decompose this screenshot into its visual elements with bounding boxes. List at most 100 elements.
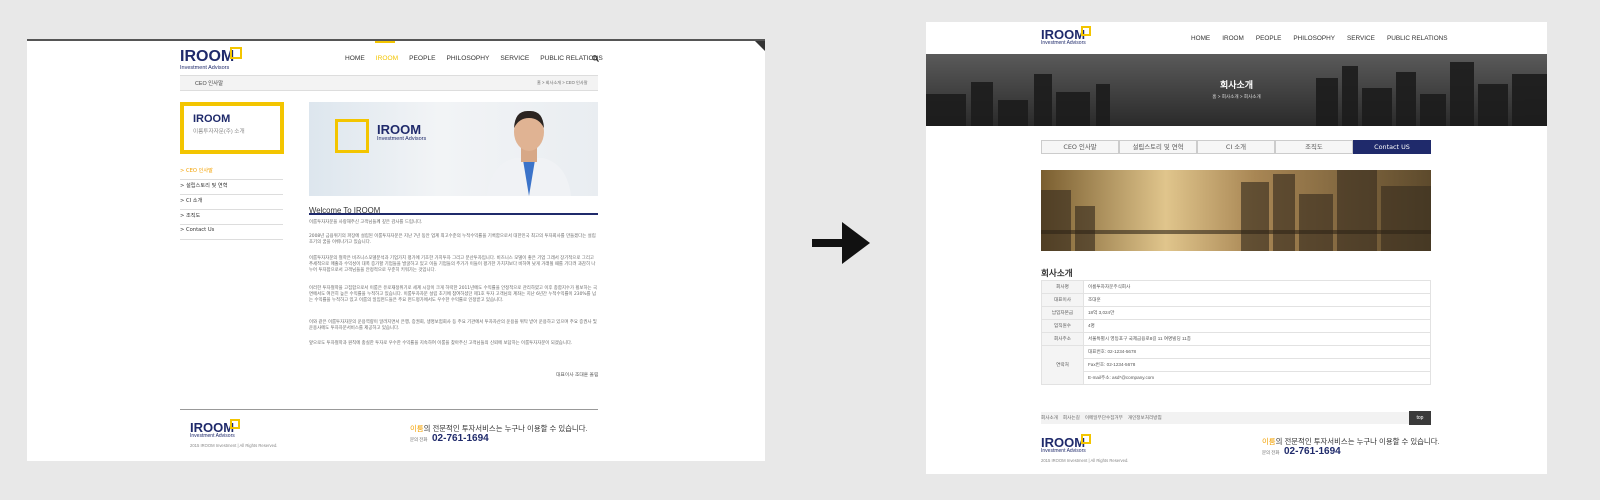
nav-iroom[interactable]: IROOM xyxy=(1222,35,1244,42)
tab-ci[interactable]: CI 소개 xyxy=(1197,140,1275,154)
info-value: 18억 3,024만 xyxy=(1083,306,1431,320)
footer-links: 회사소개 회사는길 이메일무단수집거부 개인정보처리방침 xyxy=(1041,415,1162,421)
footer-phone[interactable]: 02-761-1694 xyxy=(1284,446,1341,457)
info-key: 대표이사 xyxy=(1041,293,1084,307)
footer-copyright: 2015 IROOM Investment | All Rights Reser… xyxy=(1041,458,1129,463)
site-logo[interactable]: IROOM Investment Advisors xyxy=(1041,26,1091,46)
side-menu-label: CI 소개 xyxy=(186,198,203,204)
search-icon[interactable] xyxy=(592,55,599,62)
subheader-bar xyxy=(180,75,598,91)
corner-badge[interactable] xyxy=(755,41,765,51)
tab-org[interactable]: 조직도 xyxy=(1275,140,1353,154)
nav-iroom[interactable]: IROOM xyxy=(376,55,398,62)
logo-square-icon xyxy=(1081,26,1091,36)
tab-contact[interactable]: Contact US xyxy=(1353,140,1431,154)
ceo-paragraph: 이와 같은 이룸투자자문의 운용역량이 알려지면서 은행, 증권회, 생명보험회… xyxy=(309,320,597,332)
nav-home[interactable]: HOME xyxy=(1191,35,1210,42)
footer-logo-square-icon xyxy=(1081,434,1091,444)
banner-yellow-square xyxy=(335,119,369,153)
contact-line: E-mail주소: asd*@company.com xyxy=(1083,371,1431,385)
site-logo[interactable]: IROOM Investment Advisors xyxy=(180,47,242,71)
side-menu-label: 설립스토리 및 연혁 xyxy=(186,183,228,189)
intro-box-subtitle: 이룸투자자문(주) 소개 xyxy=(193,129,245,135)
nav-service[interactable]: SERVICE xyxy=(500,55,529,62)
table-row: Fax번호: 02-1234-5678 xyxy=(1042,358,1431,372)
ceo-paragraph: 2008년 금융위기의 파장에 설립된 이룸투자자문은 지난 7년 동안 업계 … xyxy=(309,234,596,246)
footer-phone[interactable]: 02-761-1694 xyxy=(432,433,489,444)
table-row: 대표이사 조대훈 xyxy=(1041,293,1431,307)
intro-box-title: IROOM xyxy=(193,113,231,125)
info-key: 회사명 xyxy=(1041,280,1084,294)
table-row: 임직원수 4명 xyxy=(1041,319,1431,333)
footer-link[interactable]: 이메일무단수집거부 xyxy=(1085,415,1123,421)
footer-copyright: 2015 IROOM Investment | All Rights Reser… xyxy=(190,443,278,448)
nav-service[interactable]: SERVICE xyxy=(1347,35,1375,42)
after-page: IROOM Investment Advisors HOME IROOM PEO… xyxy=(926,22,1547,474)
side-menu-item-history[interactable]: > 설립스토리 및 연혁 xyxy=(180,182,283,195)
table-row: 회사주소 서울특별시 영등포구 국제금융로8길 11 여명빌딩 11층 xyxy=(1041,332,1431,346)
welcome-underline xyxy=(309,213,598,215)
logo-sub: Investment Advisors xyxy=(1041,40,1086,46)
footer-link[interactable]: 회사는길 xyxy=(1063,415,1080,421)
footer-slogan-highlight: 이룸 xyxy=(410,424,424,433)
top-button[interactable]: top xyxy=(1409,411,1431,425)
ceo-banner: IROOM Investment Advisors xyxy=(309,102,598,196)
logo-sub: Investment Advisors xyxy=(180,65,230,71)
footer-slogan-highlight: 이룸 xyxy=(1262,437,1276,446)
side-menu-item-ci[interactable]: > CI 소개 xyxy=(180,197,283,210)
side-menu-item-org[interactable]: > 조직도 xyxy=(180,212,283,225)
nav-home[interactable]: HOME xyxy=(345,55,365,62)
nav-people[interactable]: PEOPLE xyxy=(1256,35,1282,42)
company-info-table: 회사명 이룸투자자문주식회사 대표이사 조대훈 납입자본금 18억 3,024만 임직… xyxy=(1041,280,1431,385)
city-photo xyxy=(1041,170,1431,251)
info-value: 조대훈 xyxy=(1083,293,1431,307)
ceo-paragraph: 이러한 투자철학을 고집함으로서 이룸은 유로재정위기로 세계 시장이 크게 하… xyxy=(309,286,597,304)
side-menu-label: CEO 인사말 xyxy=(186,168,213,174)
main-nav: HOME IROOM PEOPLE PHILOSOPHY SERVICE PUB… xyxy=(345,55,603,62)
side-menu-label: 조직도 xyxy=(186,213,201,219)
footer-link[interactable]: 개인정보처리방침 xyxy=(1128,415,1162,421)
table-row: 납입자본금 18억 3,024만 xyxy=(1041,306,1431,320)
subheader-title: CEO 인사말 xyxy=(195,81,224,87)
footer-logo: IROOM Investment Advisors xyxy=(190,419,240,439)
footer-phone-label: 문의 전화 xyxy=(1262,450,1280,455)
nav-people[interactable]: PEOPLE xyxy=(409,55,435,62)
before-page: IROOM Investment Advisors HOME IROOM PEO… xyxy=(27,39,765,461)
banner-logo-word: IROOM xyxy=(377,122,422,137)
table-row: 회사명 이룸투자자문주식회사 xyxy=(1041,280,1431,294)
nav-philosophy[interactable]: PHILOSOPHY xyxy=(447,55,490,62)
footer-logo: IROOM Investment Advisors xyxy=(1041,434,1091,454)
info-value: 4명 xyxy=(1083,319,1431,333)
ceo-paragraph: 이룸투자자문을 사랑해주신 고객님들께 깊은 감사를 드립니다. xyxy=(309,220,423,225)
tab-ceo[interactable]: CEO 인사말 xyxy=(1041,140,1119,154)
contact-line: 대표번호: 02-1234-5678 xyxy=(1083,345,1431,359)
info-key: 임직원수 xyxy=(1041,319,1084,333)
footer-divider xyxy=(180,409,598,410)
footer-logo-sub: Investment Advisors xyxy=(1041,448,1086,454)
footer-link[interactable]: 회사소개 xyxy=(1041,415,1058,421)
breadcrumb: 홈 > 회사소개 > CEO 인사말 xyxy=(537,80,588,85)
info-key: 납입자본금 xyxy=(1041,306,1084,320)
tab-history[interactable]: 설립스토리 및 연혁 xyxy=(1119,140,1197,154)
table-row: E-mail주소: asd*@company.com xyxy=(1042,371,1431,385)
banner-logo-sub: Investment Advisors xyxy=(377,136,427,142)
sub-tabs: CEO 인사말 설립스토리 및 연혁 CI 소개 조직도 Contact US xyxy=(1041,140,1431,154)
hero-breadcrumb: 홈 > 회사소개 > 회사소개 xyxy=(1212,94,1261,99)
info-key: 연락처 xyxy=(1041,345,1084,385)
side-menu-item-contact[interactable]: > Contact Us xyxy=(180,227,283,240)
side-menu-item-ceo[interactable]: > CEO 인사말 xyxy=(180,167,283,180)
hero-banner: 회사소개 홈 > 회사소개 > 회사소개 xyxy=(926,54,1547,126)
ceo-signature: 대표이사 조대훈 올림 xyxy=(556,373,599,378)
section-title: 회사소개 xyxy=(1041,268,1073,278)
main-nav: HOME IROOM PEOPLE PHILOSOPHY SERVICE PUB… xyxy=(1191,35,1448,42)
nav-philosophy[interactable]: PHILOSOPHY xyxy=(1293,35,1335,42)
ceo-portrait xyxy=(487,110,571,196)
contact-line: Fax번호: 02-1234-5678 xyxy=(1083,358,1431,372)
footer-phone-label: 문의 전화 xyxy=(410,437,428,442)
nav-public-relations[interactable]: PUBLIC RELATIONS xyxy=(1387,35,1448,42)
logo-square-icon xyxy=(230,47,242,59)
ceo-paragraph: 이룸투자자문의 철학은 비즈니스모델분석과 기업가치 평가에 기초한 가치투자 … xyxy=(309,256,596,274)
transition-arrow-icon xyxy=(812,222,870,264)
footer-slogan-text: 의 전문적인 투자서비스는 누구나 이용할 수 있습니다. xyxy=(1275,437,1440,446)
ceo-paragraph: 앞으로도 투자철학과 원칙에 충실한 투자로 우수한 수익률을 지속하여 이룸을… xyxy=(309,341,573,346)
